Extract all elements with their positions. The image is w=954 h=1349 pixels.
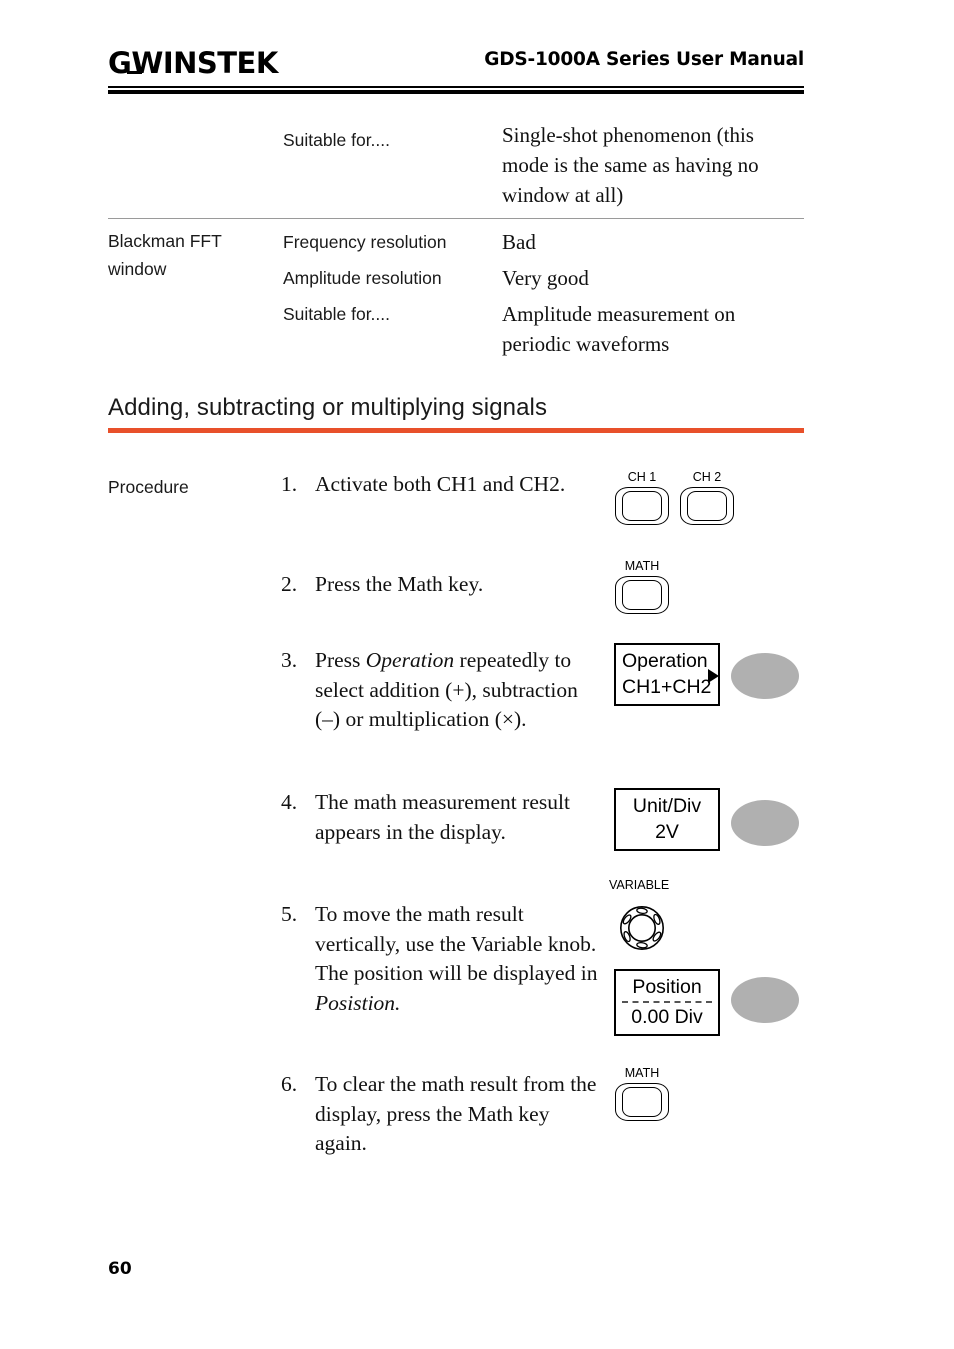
table-row: Suitable for.... Single-shot phenomenon … [108,112,804,218]
step-emphasis: Operation [365,648,455,672]
table-subrow: Suitable for.... Amplitude measurement o… [283,299,804,359]
operation-menu-box[interactable]: Operation CH1+CH2 [614,643,720,706]
step-item: 6. To clear the math result from the dis… [281,1070,601,1159]
position-soft-key[interactable] [731,977,799,1023]
step-number: 2. [281,572,298,596]
table-cell-label: Frequency resolution [283,232,447,252]
logo-instek-word: INSTEK [162,46,279,80]
header-rule-thin [108,86,804,88]
operation-menu-value: CH1+CH2 [622,676,712,698]
section-heading: Adding, subtracting or multiplying signa… [108,394,548,421]
table-cell-label: Suitable for.... [283,130,391,150]
step-text: To move the math result vertically, use … [315,902,598,1015]
step-number: 1. [281,472,298,496]
step-text: Press the Math key. [315,572,484,596]
ch1-key-button[interactable]: CH 1 [615,470,671,526]
step-item: 1. Activate both CH1 and CH2. [281,470,601,500]
unitdiv-soft-key[interactable] [731,800,799,846]
operation-menu-title: Operation [622,650,708,672]
step-item: 3. Press Operation repeatedly to select … [281,646,601,735]
operation-soft-key[interactable] [731,653,799,699]
ch2-key-label: CH 2 [692,470,722,484]
unitdiv-menu-box[interactable]: Unit/Div 2V [614,788,720,851]
variable-knob-label: VARIABLE [609,878,670,892]
step-text: To clear the math result from the displa… [315,1072,597,1155]
logo-letter-w: W [131,46,163,80]
position-menu-box[interactable]: Position 0.00 Div [614,969,720,1036]
step-item: 4. The math measurement result appears i… [281,788,601,847]
table-cell-category [108,120,283,210]
menu-separator [622,1001,712,1003]
step-text: Activate both CH1 and CH2. [315,472,566,496]
table-subrow: Amplitude resolution Very good [283,263,804,293]
unitdiv-menu-title: Unit/Div [632,795,702,817]
table-cell-category: Blackman FFT window [108,231,222,279]
table-cell-value: Amplitude measurement on periodic wavefo… [502,302,736,356]
table-cell-value: Bad [502,230,536,254]
document-page: GW INSTEK GDS-1000A Series User Manual Su… [0,0,954,1349]
unitdiv-menu-value: 2V [655,821,679,843]
logo-gw-mark: GW [108,46,163,80]
position-menu-value: 0.00 Div [631,1006,703,1028]
step-emphasis: Posistion. [315,990,401,1015]
section-heading-block: Adding, subtracting or multiplying signa… [108,392,804,433]
table-cell-value: Very good [502,266,589,290]
step-item: 2. Press the Math key. [281,570,601,600]
step-number: 4. [281,790,298,814]
page-number: 60 [108,1259,132,1279]
step-text: Press Operation repeatedly to select add… [315,648,578,731]
step-number: 3. [281,648,298,672]
key-inner-cap [687,491,727,521]
math-key-button-again[interactable]: MATH [615,1066,671,1122]
page-header: GW INSTEK GDS-1000A Series User Manual [108,46,804,88]
table-cell-label: Suitable for.... [283,304,391,324]
step-text: The math measurement result appears in t… [315,790,570,844]
ch1-key-label: CH 1 [627,470,657,484]
math-key-label: MATH [624,559,660,573]
step-item: 5. To move the math result vertically, u… [281,900,601,1018]
table-cell-label: Amplitude resolution [283,268,442,288]
key-inner-cap [622,1087,662,1117]
logo-underbar [127,71,142,74]
step-number: 6. [281,1072,298,1096]
logo-letter-g: G [108,46,132,80]
table-subrow: Frequency resolution Bad [283,227,804,257]
fft-window-table: Suitable for.... Single-shot phenomenon … [108,112,804,367]
ch2-key-button[interactable]: CH 2 [680,470,736,526]
chevron-right-icon [708,668,719,683]
key-inner-cap [622,580,662,610]
position-menu-title: Position [632,976,702,998]
variable-knob-svg [619,905,665,951]
variable-knob-icon[interactable] [619,905,665,951]
gwinstek-logo: GW INSTEK [108,46,278,80]
table-row: Blackman FFT window Frequency resolution… [108,218,804,367]
key-inner-cap [622,491,662,521]
section-heading-rule [108,428,804,433]
math-key-button[interactable]: MATH [615,559,671,615]
table-cell-value: Single-shot phenomenon (this mode is the… [502,123,759,207]
step-number: 5. [281,902,298,926]
header-rule-thick [108,90,804,94]
math-key-label: MATH [624,1066,660,1080]
manual-title: GDS-1000A Series User Manual [484,49,804,70]
procedure-label: Procedure [108,477,189,497]
